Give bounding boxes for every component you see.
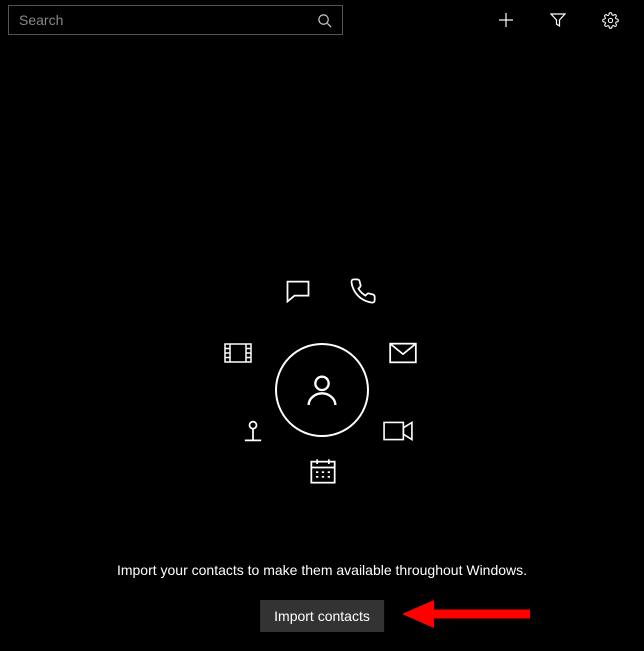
person-circle — [275, 343, 369, 437]
empty-state-graphic — [202, 270, 442, 510]
map-pin-icon — [237, 415, 269, 447]
calendar-icon — [307, 455, 339, 487]
person-icon — [302, 370, 342, 410]
phone-icon — [347, 275, 379, 307]
film-icon — [222, 337, 254, 369]
video-icon — [382, 415, 414, 447]
filter-button[interactable] — [538, 5, 578, 35]
empty-state-text: Import your contacts to make them availa… — [0, 562, 644, 578]
message-icon — [282, 275, 314, 307]
add-button[interactable] — [486, 5, 526, 35]
settings-button[interactable] — [590, 5, 630, 35]
search-input[interactable] — [19, 12, 317, 28]
import-contacts-button[interactable]: Import contacts — [260, 600, 384, 632]
mail-icon — [387, 337, 419, 369]
top-bar — [0, 0, 644, 40]
search-box[interactable] — [8, 5, 343, 35]
annotation-arrow — [402, 594, 532, 634]
search-icon[interactable] — [317, 13, 332, 28]
top-actions — [486, 5, 636, 35]
